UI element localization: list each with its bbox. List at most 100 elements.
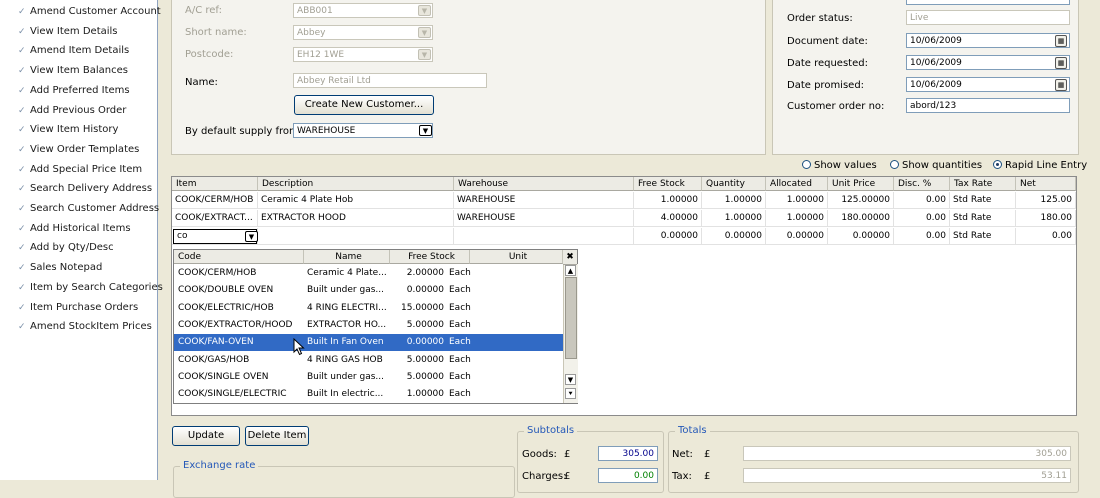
column-header[interactable]: Free Stock <box>634 177 702 191</box>
short-name-dropdown-icon: ▼ <box>418 27 431 38</box>
sidebar-item[interactable]: ✓ Amend StockItem Prices <box>18 319 152 335</box>
scroll-up-icon[interactable]: ▲ <box>565 265 576 276</box>
table-cell[interactable]: Std Rate <box>950 192 1016 209</box>
show-values-radio[interactable]: Show values <box>802 160 877 171</box>
lookup-row[interactable]: COOK/CERM/HOB Ceramic 4 Plate... 2.00000 Ea… <box>174 265 563 282</box>
lookup-column-header[interactable]: Free Stock <box>390 250 470 264</box>
table-cell[interactable]: 125.00000 <box>828 192 894 209</box>
lookup-cell: Each <box>449 302 471 313</box>
table-cell[interactable]: 180.00000 <box>828 210 894 227</box>
table-cell[interactable]: 4.00000 <box>634 210 702 227</box>
show-quantities-radio[interactable]: Show quantities <box>890 160 982 171</box>
table-cell[interactable]: 0.00000 <box>828 228 894 245</box>
column-header[interactable]: Unit Price <box>828 177 894 191</box>
lookup-column-header[interactable]: Unit <box>470 250 563 264</box>
sidebar-item[interactable]: ✓ Search Customer Address <box>18 201 159 217</box>
lookup-row-selected[interactable]: COOK/FAN-OVEN Built In Fan Oven 0.00000 Eac… <box>174 334 563 352</box>
column-header[interactable]: Description <box>258 177 454 191</box>
lookup-row[interactable]: COOK/SINGLE/ELECTRIC Built In electric...… <box>174 386 563 403</box>
date-requested-field[interactable]: 10/06/2009 <box>906 55 1070 70</box>
customer-order-field[interactable]: abord/123 <box>906 98 1070 113</box>
table-cell[interactable]: 1.00000 <box>634 192 702 209</box>
lookup-scrollbar[interactable]: ▲ ▼ ⯆ <box>563 264 578 403</box>
date-requested-calendar-icon[interactable]: ▦ <box>1055 57 1067 69</box>
table-cell[interactable]: WAREHOUSE <box>454 192 634 209</box>
table-cell[interactable]: COOK/CERM/HOB <box>172 192 258 209</box>
sidebar-item-label: Search Delivery Address <box>30 183 153 195</box>
table-cell[interactable]: 1.00000 <box>702 210 766 227</box>
sidebar-item[interactable]: ✓ Add Special Price Item <box>18 162 142 178</box>
column-header[interactable]: Tax Rate <box>950 177 1016 191</box>
sidebar-item[interactable]: ✓ View Item Balances <box>18 63 128 79</box>
supply-from-select[interactable]: WAREHOUSE <box>293 123 433 138</box>
table-cell[interactable]: Std Rate <box>950 210 1016 227</box>
table-cell[interactable] <box>258 228 454 245</box>
column-header[interactable]: Allocated <box>766 177 828 191</box>
check-icon: ✓ <box>18 302 26 313</box>
table-cell[interactable]: 0.00 <box>1016 228 1076 245</box>
top-field[interactable] <box>906 0 1070 5</box>
sidebar-item[interactable]: ✓ Add Preferred Items <box>18 83 130 99</box>
sidebar-item[interactable]: ✓ Add by Qty/Desc <box>18 240 114 256</box>
sidebar-item[interactable]: ✓ Add Historical Items <box>18 221 131 237</box>
document-date-calendar-icon[interactable]: ▦ <box>1055 35 1067 47</box>
table-cell[interactable]: 0.00000 <box>766 228 828 245</box>
lookup-column-header[interactable]: Code <box>174 250 304 264</box>
lookup-row[interactable]: COOK/ELECTRIC/HOB 4 RING ELECTRI... 15.000… <box>174 300 563 317</box>
table-cell[interactable]: Ceramic 4 Plate Hob <box>258 192 454 209</box>
table-cell[interactable]: 125.00 <box>1016 192 1076 209</box>
table-cell[interactable]: 0.00 <box>894 192 950 209</box>
lookup-column-header[interactable]: Name <box>304 250 390 264</box>
sidebar-item[interactable]: ✓ Amend Item Details <box>18 43 129 59</box>
sidebar-item[interactable]: ✓ View Item History <box>18 122 118 138</box>
date-promised-field[interactable]: 10/06/2009 <box>906 77 1070 92</box>
column-header[interactable]: Quantity <box>702 177 766 191</box>
delete-item-button[interactable]: Delete Item <box>245 426 309 446</box>
date-promised-calendar-icon[interactable]: ▦ <box>1055 79 1067 91</box>
table-cell[interactable]: 0.00 <box>894 228 950 245</box>
column-header[interactable]: Warehouse <box>454 177 634 191</box>
item-code-input[interactable]: co ▼ <box>173 229 258 244</box>
table-cell[interactable]: 0.00000 <box>634 228 702 245</box>
table-cell[interactable]: EXTRACTOR HOOD <box>258 210 454 227</box>
sidebar-item[interactable]: ✓ Item Purchase Orders <box>18 300 138 316</box>
table-cell[interactable]: Std Rate <box>950 228 1016 245</box>
column-header[interactable]: Disc. % <box>894 177 950 191</box>
lookup-row[interactable]: COOK/GAS/HOB 4 RING GAS HOB 5.00000 Each <box>174 352 563 369</box>
sidebar-item[interactable]: ✓ View Item Details <box>18 24 118 40</box>
document-date-field[interactable]: 10/06/2009 <box>906 33 1070 48</box>
lookup-row[interactable]: COOK/SINGLE OVEN Built under gas... 5.0000… <box>174 369 563 386</box>
scroll-down-icon[interactable]: ▼ <box>565 374 576 385</box>
supply-from-dropdown-icon[interactable]: ▼ <box>419 125 432 136</box>
rapid-line-entry-radio[interactable]: Rapid Line Entry <box>993 160 1087 171</box>
table-cell[interactable]: 1.00000 <box>766 210 828 227</box>
scroll-thumb[interactable] <box>565 277 577 359</box>
sidebar-item[interactable]: ✓ Item by Search Categories <box>18 280 163 296</box>
column-header[interactable]: Item <box>172 177 258 191</box>
item-code-dropdown-icon[interactable]: ▼ <box>245 231 258 242</box>
close-icon[interactable]: ✖ <box>563 250 577 265</box>
table-cell[interactable]: 0.00000 <box>702 228 766 245</box>
update-button[interactable]: Update <box>172 426 240 446</box>
table-cell[interactable]: WAREHOUSE <box>454 210 634 227</box>
lookup-row[interactable]: COOK/DOUBLE OVEN Built under gas... 0.0000… <box>174 282 563 299</box>
sidebar-item[interactable]: ✓ Search Delivery Address <box>18 181 152 197</box>
lookup-row[interactable]: COOK/EXTRACTOR/HOOD EXTRACTOR HO... 5.0000… <box>174 317 563 334</box>
sidebar-item[interactable]: ✓ Sales Notepad <box>18 260 102 276</box>
table-cell[interactable]: 1.00000 <box>702 192 766 209</box>
table-cell[interactable]: 1.00000 <box>766 192 828 209</box>
sidebar-item[interactable]: ✓ View Order Templates <box>18 142 139 158</box>
scroll-end-icon[interactable]: ⯆ <box>565 388 576 399</box>
table-cell[interactable]: 180.00 <box>1016 210 1076 227</box>
item-lookup-dropdown[interactable]: ▲ ▼ ⯆ ✖ Code Name Free Stock Unit COOK/CERM/… <box>173 249 578 404</box>
sidebar-item-label: Add Preferred Items <box>30 84 130 96</box>
table-cell[interactable]: 0.00 <box>894 210 950 227</box>
table-cell[interactable]: COOK/EXTRACT... <box>172 210 258 227</box>
column-header[interactable]: Net <box>1016 177 1076 191</box>
sidebar-item[interactable]: ✓ Amend Customer Account <box>18 4 161 20</box>
sidebar-item[interactable]: ✓ Add Previous Order <box>18 103 126 119</box>
check-icon: ✓ <box>18 164 26 175</box>
sidebar-item-label: Sales Notepad <box>30 262 103 274</box>
create-new-customer-button[interactable]: Create New Customer... <box>294 95 434 115</box>
table-cell[interactable] <box>454 228 634 245</box>
